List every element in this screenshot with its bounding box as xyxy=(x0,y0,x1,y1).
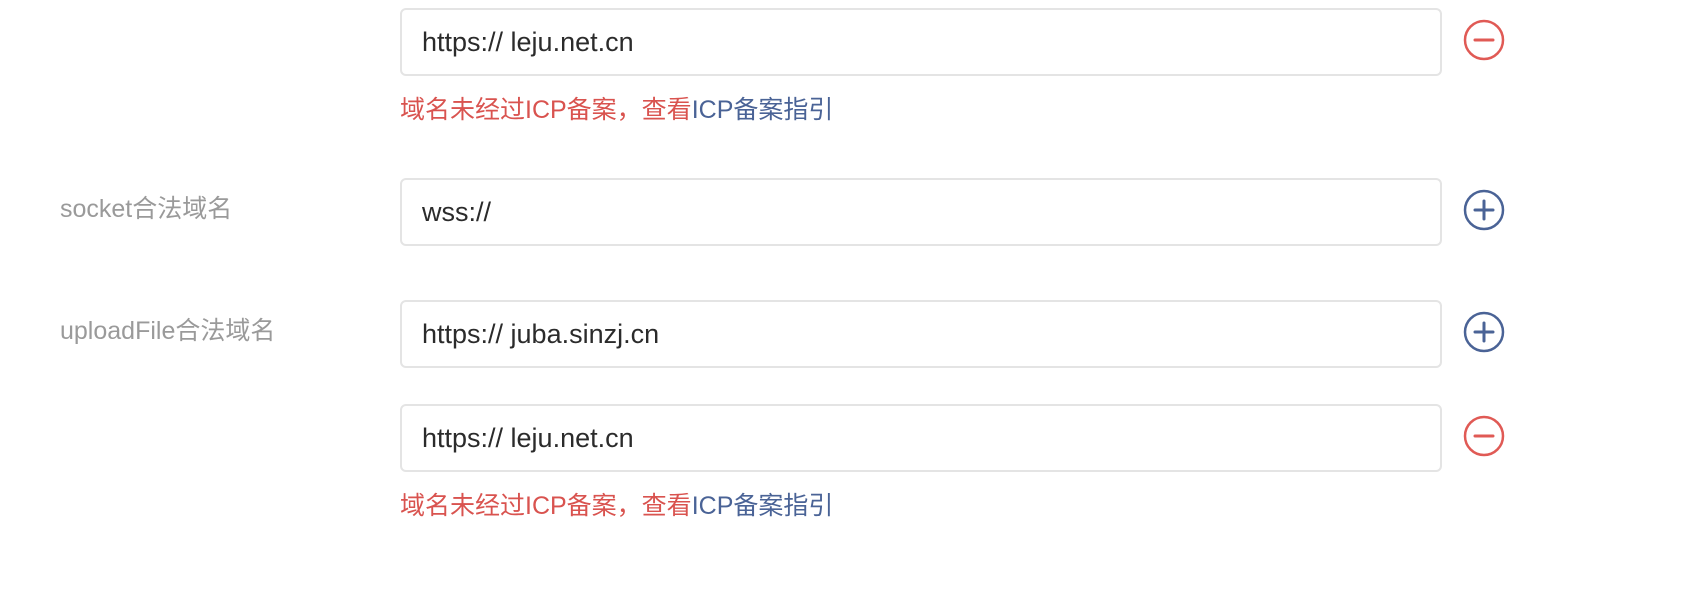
minus-circle-icon xyxy=(1463,19,1505,61)
icp-guide-link[interactable]: ICP备案指引 xyxy=(692,96,834,124)
upload-domain-label: uploadFile合法域名 xyxy=(60,317,276,345)
minus-circle-icon xyxy=(1463,415,1505,457)
upload-domain-input-2[interactable] xyxy=(400,404,1442,472)
icp-warning: 域名未经过ICP备案，查看ICP备案指引 xyxy=(400,490,833,522)
request-domain-input-2[interactable] xyxy=(400,8,1442,76)
icp-warning-text: 域名未经过ICP备案，查看 xyxy=(400,96,692,124)
plus-circle-icon xyxy=(1463,189,1505,231)
add-socket-domain-button[interactable] xyxy=(1463,189,1505,231)
icp-guide-link[interactable]: ICP备案指引 xyxy=(692,492,834,520)
icp-warning-text: 域名未经过ICP备案，查看 xyxy=(400,492,692,520)
upload-domain-input[interactable] xyxy=(400,300,1442,368)
icp-warning: 域名未经过ICP备案，查看ICP备案指引 xyxy=(400,94,833,126)
socket-domain-label: socket合法域名 xyxy=(60,195,233,223)
remove-upload-domain-button[interactable] xyxy=(1463,415,1505,457)
plus-circle-icon xyxy=(1463,311,1505,353)
domain-settings-form: 域名未经过ICP备案，查看ICP备案指引 socket合法域名 uploadFi… xyxy=(0,0,1694,590)
socket-domain-input[interactable] xyxy=(400,178,1442,246)
add-upload-domain-button[interactable] xyxy=(1463,311,1505,353)
remove-request-domain-button[interactable] xyxy=(1463,19,1505,61)
